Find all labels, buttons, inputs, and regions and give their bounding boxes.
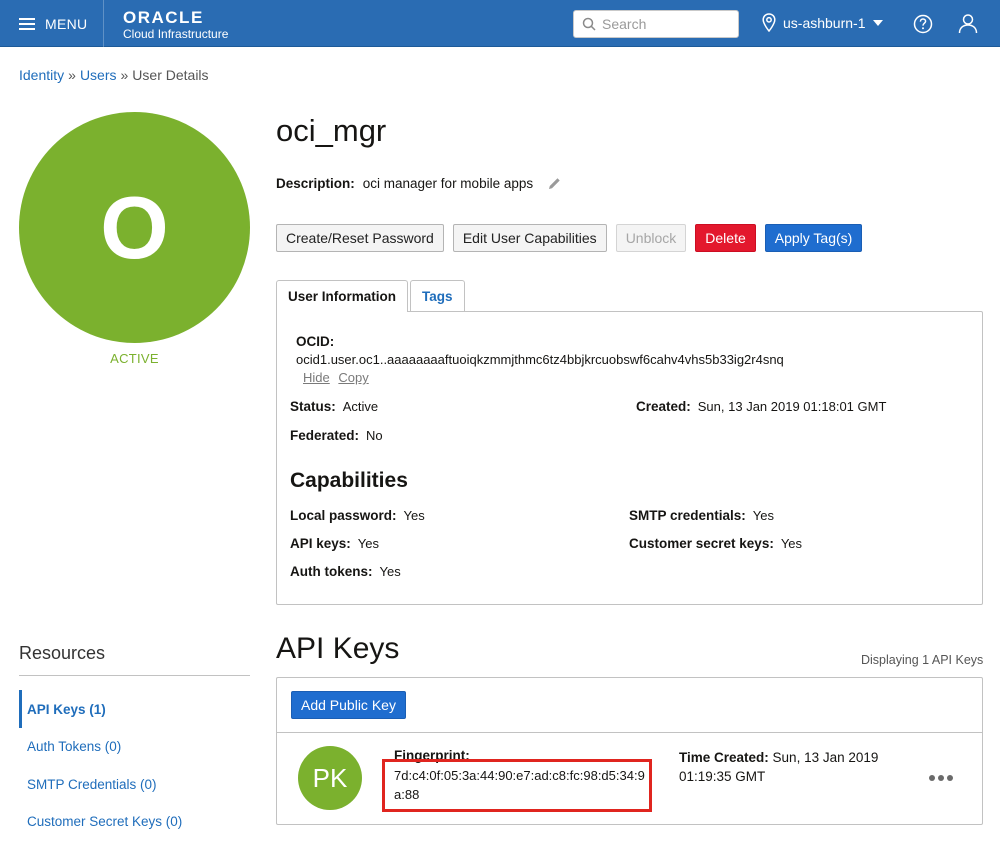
api-keys-field: API keys: Yes xyxy=(290,536,379,551)
time-created-label: Time Created: xyxy=(679,750,769,765)
tab-tags[interactable]: Tags xyxy=(410,280,465,311)
customer-secret-keys-value: Yes xyxy=(780,536,803,551)
top-navigation-bar: MENU ORACLE Cloud Infrastructure us-ashb… xyxy=(0,0,1000,47)
time-created-field: Time Created: Sun, 13 Jan 2019 01:19:35 … xyxy=(679,748,899,786)
fingerprint-highlight-box xyxy=(382,759,652,812)
customer-secret-keys-field: Customer secret keys: Yes xyxy=(629,536,802,551)
edit-pencil-icon[interactable] xyxy=(547,176,562,191)
edit-user-capabilities-button[interactable]: Edit User Capabilities xyxy=(452,224,607,252)
search-icon xyxy=(582,17,596,31)
detail-tabs: User Information Tags xyxy=(276,280,467,312)
logo-subtitle: Cloud Infrastructure xyxy=(123,27,229,41)
ocid-actions: Hide Copy xyxy=(303,370,374,385)
status-field-value: Active xyxy=(342,399,379,414)
region-selector[interactable]: us-ashburn-1 xyxy=(762,13,883,32)
api-keys-value: Yes xyxy=(357,536,380,551)
created-field: Created: Sun, 13 Jan 2019 01:18:01 GMT xyxy=(636,399,886,414)
action-button-row: Create/Reset Password Edit User Capabili… xyxy=(276,224,863,252)
menu-label: MENU xyxy=(45,15,88,32)
federated-field: Federated: No xyxy=(290,428,383,443)
status-field-label: Status: xyxy=(290,399,336,414)
status-field: Status: Active xyxy=(290,399,378,414)
capabilities-heading: Capabilities xyxy=(290,469,408,492)
description-row: Description: oci manager for mobile apps xyxy=(276,176,562,191)
user-avatar: O xyxy=(19,112,250,343)
auth-tokens-field: Auth tokens: Yes xyxy=(290,564,401,579)
breadcrumb-separator: » xyxy=(120,67,129,83)
breadcrumb: Identity» Users» User Details xyxy=(19,67,209,83)
help-icon[interactable] xyxy=(913,14,933,34)
api-keys-count: Displaying 1 API Keys xyxy=(861,653,984,667)
hide-ocid-link[interactable]: Hide xyxy=(303,370,330,385)
create-reset-password-button[interactable]: Create/Reset Password xyxy=(276,224,444,252)
resources-heading: Resources xyxy=(19,643,106,663)
api-keys-toolbar-divider xyxy=(277,732,982,733)
hamburger-icon xyxy=(19,17,35,30)
resource-item-smtp-credentials[interactable]: SMTP Credentials (0) xyxy=(19,765,250,803)
menu-button[interactable]: MENU xyxy=(0,0,104,47)
delete-button[interactable]: Delete xyxy=(695,224,756,252)
created-field-label: Created: xyxy=(636,399,691,414)
api-keys-label: API keys: xyxy=(290,536,351,551)
smtp-credentials-field: SMTP credentials: Yes xyxy=(629,508,774,523)
page-title: oci_mgr xyxy=(276,113,387,148)
created-field-value: Sun, 13 Jan 2019 01:18:01 GMT xyxy=(697,399,887,414)
avatar-letter: O xyxy=(100,177,169,277)
user-status-label: ACTIVE xyxy=(110,351,159,366)
resource-item-api-keys[interactable]: API Keys (1) xyxy=(19,690,250,728)
description-value: oci manager for mobile apps xyxy=(362,176,534,191)
tab-user-information[interactable]: User Information xyxy=(276,280,409,312)
resource-item-customer-secret-keys[interactable]: Customer Secret Keys (0) xyxy=(19,802,250,840)
copy-ocid-link[interactable]: Copy xyxy=(338,370,368,385)
federated-field-value: No xyxy=(366,428,383,443)
breadcrumb-separator: » xyxy=(68,67,76,83)
location-pin-icon xyxy=(762,13,776,32)
api-keys-heading: API Keys xyxy=(276,632,400,665)
breadcrumb-users[interactable]: Users xyxy=(80,67,117,83)
ocid-label: OCID: xyxy=(296,334,335,349)
resources-divider xyxy=(19,675,250,676)
local-password-value: Yes xyxy=(403,508,425,523)
api-key-avatar: PK xyxy=(298,746,362,810)
smtp-credentials-value: Yes xyxy=(752,508,775,523)
description-label: Description: xyxy=(276,176,355,191)
add-public-key-button[interactable]: Add Public Key xyxy=(291,691,406,719)
auth-tokens-label: Auth tokens: xyxy=(290,564,373,579)
search-box[interactable] xyxy=(573,10,739,38)
logo-wordmark: ORACLE xyxy=(123,8,204,27)
customer-secret-keys-label: Customer secret keys: xyxy=(629,536,774,551)
federated-field-label: Federated: xyxy=(290,428,360,443)
resource-item-auth-tokens[interactable]: Auth Tokens (0) xyxy=(19,727,250,765)
smtp-credentials-label: SMTP credentials: xyxy=(629,508,746,523)
row-actions-menu-icon[interactable] xyxy=(929,775,953,781)
search-input[interactable] xyxy=(602,16,732,32)
auth-tokens-value: Yes xyxy=(379,564,401,579)
user-profile-icon[interactable] xyxy=(958,13,978,34)
ocid-value: ocid1.user.oc1..aaaaaaaaftuoiqkzmmjthmc6… xyxy=(296,352,784,367)
chevron-down-icon xyxy=(872,19,883,26)
apply-tags-button[interactable]: Apply Tag(s) xyxy=(764,224,863,252)
oracle-cloud-logo[interactable]: ORACLE Cloud Infrastructure xyxy=(123,9,228,41)
local-password-field: Local password: Yes xyxy=(290,508,425,523)
breadcrumb-current: User Details xyxy=(132,67,209,83)
breadcrumb-identity[interactable]: Identity xyxy=(19,67,64,83)
region-label: us-ashburn-1 xyxy=(783,14,866,31)
unblock-button[interactable]: Unblock xyxy=(615,224,687,252)
local-password-label: Local password: xyxy=(290,508,397,523)
